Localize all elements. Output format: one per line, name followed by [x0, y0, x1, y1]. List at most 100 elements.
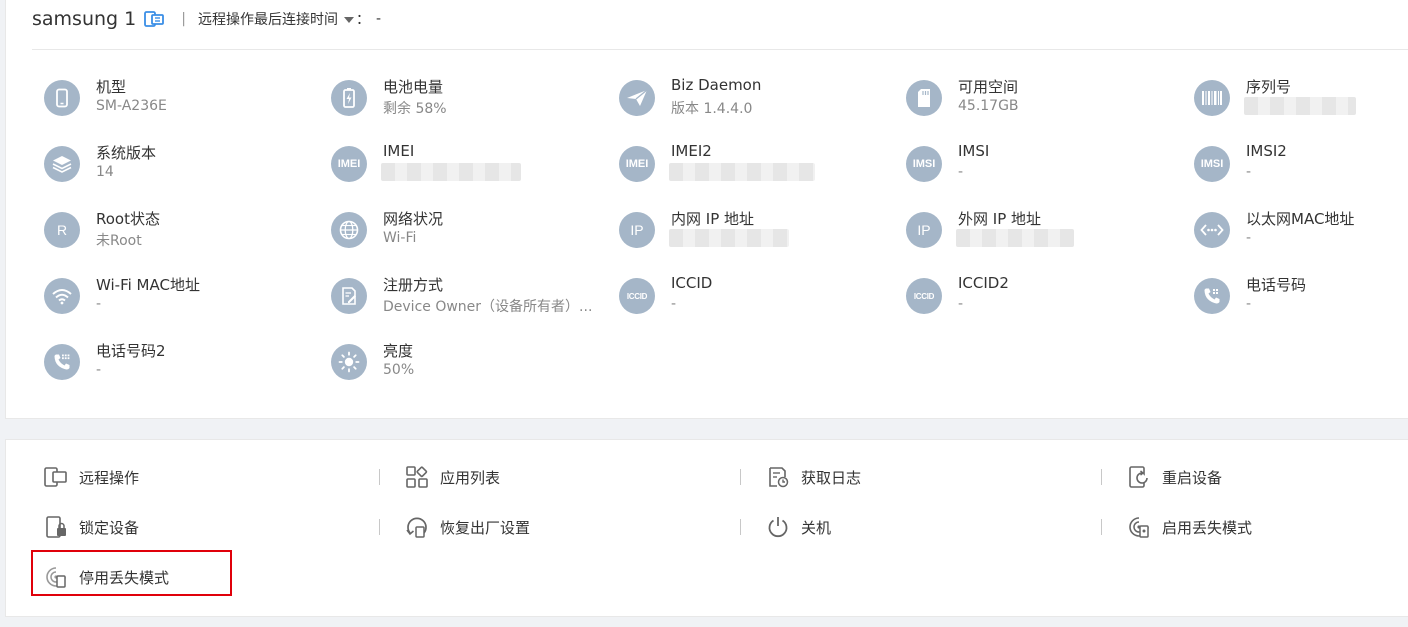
info-value: 45.17GB	[958, 98, 1019, 114]
lock-device-icon	[43, 514, 69, 540]
ethernet-icon	[1194, 212, 1230, 248]
last-connect-value: -	[375, 11, 382, 27]
remote-screen-icon[interactable]	[143, 9, 165, 29]
icon-text: IMSI	[1200, 158, 1224, 170]
iccid-icon: ICCID	[619, 278, 655, 314]
info-item: 注册方式 Device Owner（设备所有者）...	[331, 274, 617, 318]
battery-icon	[331, 80, 367, 116]
info-label: 电池电量	[383, 78, 444, 96]
info-item: 电话号码 -	[1194, 274, 1408, 318]
info-item: Wi-Fi MAC地址 -	[44, 274, 330, 318]
imei-icon: IMEI	[331, 146, 367, 182]
info-value: SM-A236E	[96, 98, 167, 114]
icon-text: ICCID	[626, 291, 648, 301]
info-item: IMEI IMEI	[331, 142, 617, 186]
info-value: -	[958, 296, 964, 312]
action-6-button[interactable]: 恢复出厂设置	[404, 514, 530, 540]
ip-icon: IP	[619, 212, 655, 248]
info-label: Root状态	[96, 210, 160, 228]
info-label: 电话号码	[1246, 276, 1307, 294]
info-label: Biz Daemon	[671, 76, 762, 94]
redacted-value	[669, 163, 815, 181]
icon-text: IP	[630, 222, 644, 238]
action-1-button[interactable]: 远程操作	[43, 464, 139, 490]
imsi-icon: IMSI	[1194, 146, 1230, 182]
globe-icon	[331, 212, 367, 248]
info-value: Wi-Fi	[383, 230, 417, 246]
icon-text: IMEI	[625, 158, 649, 170]
info-item: 可用空间 45.17GB	[906, 76, 1192, 120]
info-item: R Root状态 未Root	[44, 208, 330, 252]
action-label: 恢复出厂设置	[440, 518, 531, 537]
info-label: 以太网MAC地址	[1246, 210, 1355, 228]
wifi-icon	[44, 278, 80, 314]
redacted-value	[669, 229, 789, 247]
info-label: 可用空间	[958, 78, 1019, 96]
lost-mode-on-icon	[1126, 514, 1152, 540]
action-2-button[interactable]: 应用列表	[404, 464, 500, 490]
root-icon: R	[44, 212, 80, 248]
action-separator	[379, 469, 380, 485]
action-8-button[interactable]: 启用丢失模式	[1126, 514, 1252, 540]
action-separator	[1101, 519, 1102, 535]
action-separator	[740, 469, 741, 485]
info-label: 网络状况	[383, 210, 444, 228]
factory-reset-icon	[404, 514, 430, 540]
action-label: 远程操作	[79, 468, 140, 487]
action-label: 获取日志	[801, 468, 862, 487]
info-item: 亮度 50%	[331, 340, 617, 384]
info-item: ICCID ICCID2 -	[906, 274, 1192, 318]
info-item: 电话号码2 -	[44, 340, 330, 384]
imei-icon: IMEI	[619, 146, 655, 182]
action-label: 重启设备	[1162, 468, 1223, 487]
last-connect-label: 远程操作最后连接时间	[197, 12, 338, 28]
log-icon	[765, 464, 791, 490]
info-label: 序列号	[1246, 78, 1292, 96]
action-7-button[interactable]: 关机	[765, 514, 831, 540]
icon-text: IMSI	[912, 158, 936, 170]
chevron-down-icon[interactable]	[343, 17, 354, 23]
ip-icon: IP	[906, 212, 942, 248]
restart-icon	[1126, 464, 1152, 490]
paper-plane-icon	[619, 80, 655, 116]
action-3-button[interactable]: 获取日志	[765, 464, 861, 490]
info-item: 序列号	[1194, 76, 1408, 120]
info-value: -	[1246, 296, 1252, 312]
info-value: 剩余 58%	[383, 101, 447, 117]
info-label: IMEI	[383, 142, 415, 160]
info-label: 注册方式	[383, 276, 444, 294]
redacted-value	[381, 163, 521, 181]
icon-text: ICCID	[913, 291, 935, 301]
info-item: ICCID ICCID -	[619, 274, 905, 318]
info-item: IMSI IMSI -	[906, 142, 1192, 186]
info-label: 电话号码2	[96, 342, 166, 360]
action-separator	[740, 519, 741, 535]
action-label: 锁定设备	[79, 518, 140, 537]
device-name: samsung 1	[32, 8, 137, 30]
info-value: -	[671, 296, 677, 312]
icon-text: IP	[917, 222, 931, 238]
info-value: -	[96, 362, 102, 378]
info-item: 网络状况 Wi-Fi	[331, 208, 617, 252]
power-icon	[765, 514, 791, 540]
info-label: 系统版本	[96, 144, 157, 162]
header-separator: |	[181, 11, 186, 27]
info-label: IMEI2	[671, 142, 712, 160]
imsi-icon: IMSI	[906, 146, 942, 182]
info-value: -	[1246, 230, 1252, 246]
info-item: 电池电量剩余 58%	[331, 76, 617, 120]
info-item: IP 外网 IP 地址	[906, 208, 1192, 252]
info-label: IMSI	[958, 142, 990, 160]
info-item: IMSI IMSI2 -	[1194, 142, 1408, 186]
header-divider	[32, 49, 1408, 50]
action-label: 启用丢失模式	[1162, 518, 1253, 537]
phone-icon	[44, 80, 80, 116]
action-4-button[interactable]: 重启设备	[1126, 464, 1222, 490]
redacted-value	[956, 229, 1074, 247]
action-5-button[interactable]: 锁定设备	[43, 514, 139, 540]
info-item: Biz Daemon 版本 1.4.4.0	[619, 76, 905, 120]
barcode-icon	[1194, 80, 1230, 116]
highlight-box	[31, 550, 232, 596]
info-value: -	[958, 164, 964, 180]
info-value: 50%	[383, 362, 415, 378]
